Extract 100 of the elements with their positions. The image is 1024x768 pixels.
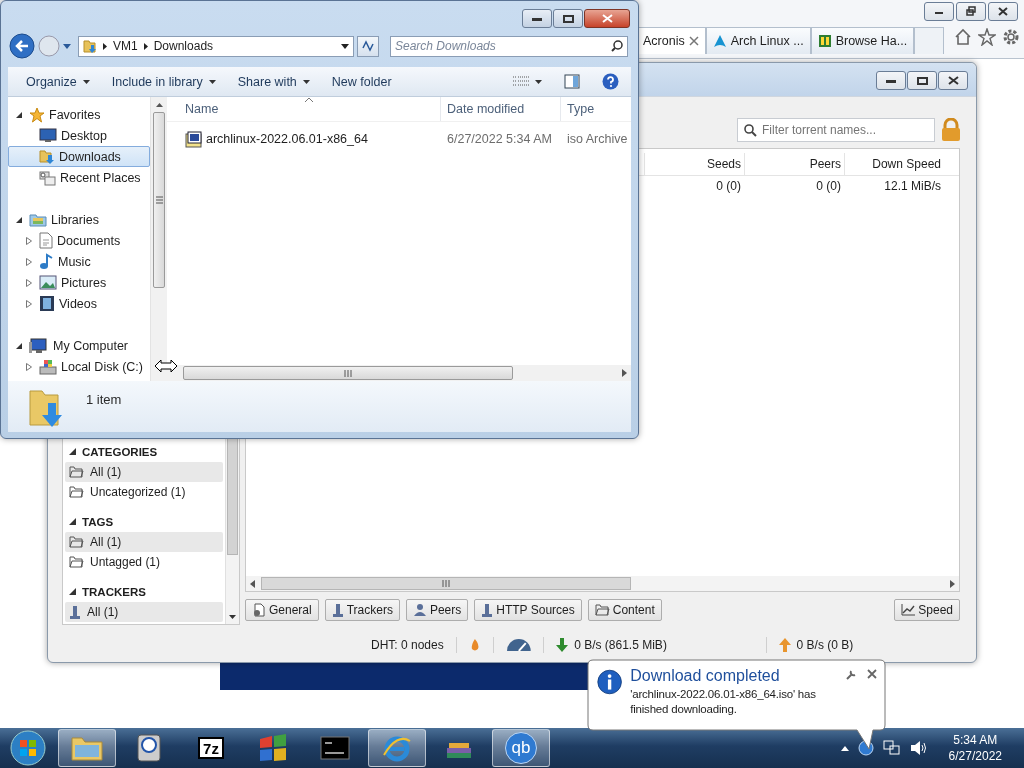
home-icon[interactable] bbox=[954, 28, 972, 46]
start-button[interactable] bbox=[9, 729, 47, 767]
tree-item[interactable]: Music bbox=[8, 251, 150, 272]
refresh-button[interactable] bbox=[357, 35, 379, 57]
torrent-tray-icon[interactable] bbox=[857, 740, 874, 756]
collapsed-icon[interactable] bbox=[26, 362, 32, 371]
tree-item[interactable]: Favorites bbox=[8, 104, 150, 125]
speedometer-icon[interactable] bbox=[505, 639, 532, 651]
minimize-button[interactable] bbox=[522, 9, 552, 28]
tree-item[interactable]: Local Disk (C:) bbox=[8, 356, 150, 377]
breadcrumb-link[interactable]: VM1 bbox=[113, 39, 138, 53]
address-field[interactable]: VM1 Downloads bbox=[78, 35, 354, 57]
wrench-icon[interactable] bbox=[845, 669, 857, 681]
tab-button[interactable]: Trackers bbox=[324, 599, 400, 621]
browser-tab[interactable]: Browse Ha... bbox=[810, 27, 915, 54]
dropdown-icon[interactable] bbox=[341, 43, 349, 49]
scrollbar[interactable] bbox=[150, 97, 167, 381]
sidebar-item[interactable]: All (1) bbox=[65, 532, 223, 552]
column-header[interactable]: Name bbox=[167, 97, 441, 121]
toolbar-button[interactable]: Organize bbox=[26, 74, 90, 89]
tab-button[interactable]: HTTP Sources bbox=[474, 599, 582, 621]
tab-button[interactable]: General bbox=[245, 599, 319, 621]
collapsed-icon[interactable] bbox=[26, 299, 32, 308]
tree-item[interactable]: Libraries bbox=[8, 209, 150, 230]
sidebar-item[interactable]: All (1) bbox=[65, 602, 223, 622]
restore-button[interactable] bbox=[956, 2, 986, 21]
arrow-right-icon[interactable] bbox=[622, 369, 627, 377]
volume-icon[interactable] bbox=[909, 740, 928, 756]
expanded-icon[interactable] bbox=[69, 518, 76, 525]
browser-tab[interactable]: Arch Linux ... bbox=[705, 27, 811, 54]
section-heading: TRACKERS bbox=[82, 585, 146, 598]
expanded-icon[interactable] bbox=[16, 216, 22, 223]
network-icon[interactable] bbox=[882, 740, 901, 756]
tree-item[interactable]: Recent Places bbox=[8, 167, 150, 188]
star-icon[interactable] bbox=[978, 28, 996, 46]
tree-item[interactable]: Videos bbox=[8, 293, 150, 314]
tree-item[interactable]: Documents bbox=[8, 230, 150, 251]
folder-icon[interactable] bbox=[71, 735, 103, 761]
collapsed-icon[interactable] bbox=[26, 257, 32, 266]
sidebar-item[interactable]: All (1) bbox=[65, 462, 223, 482]
sidebar-item[interactable]: Uncategorized (1) bbox=[65, 482, 223, 502]
flag-icon[interactable] bbox=[258, 733, 288, 763]
show-hidden-icon[interactable] bbox=[840, 745, 849, 751]
taskbar-button[interactable]: qb bbox=[492, 729, 550, 767]
close-icon bbox=[997, 6, 1009, 17]
scrollbar[interactable] bbox=[246, 576, 959, 591]
expanded-icon[interactable] bbox=[69, 588, 76, 595]
toolbar-button[interactable]: New folder bbox=[331, 74, 392, 89]
settings-icon[interactable] bbox=[1002, 28, 1020, 46]
expanded-icon[interactable] bbox=[69, 448, 76, 455]
breadcrumb-link[interactable]: Downloads bbox=[153, 39, 214, 53]
sidebar-item[interactable]: Untagged (1) bbox=[65, 552, 223, 572]
tree-item[interactable]: Desktop bbox=[8, 125, 150, 146]
maximize-button[interactable] bbox=[553, 9, 583, 28]
help-icon[interactable] bbox=[602, 73, 619, 90]
arrow-right-icon[interactable] bbox=[950, 579, 955, 588]
expanded-icon[interactable] bbox=[16, 342, 22, 349]
minimize-button[interactable] bbox=[924, 2, 954, 21]
status-text: 0 B/s (0 B) bbox=[796, 638, 854, 652]
column-header[interactable]: Seeds bbox=[644, 153, 744, 175]
column-header[interactable]: Date modified bbox=[441, 97, 561, 121]
close-icon[interactable] bbox=[688, 36, 699, 46]
maximize-button[interactable] bbox=[907, 71, 937, 90]
minimize-button[interactable] bbox=[876, 71, 906, 90]
hard-drive-icon bbox=[39, 358, 57, 375]
tree-item[interactable]: Pictures bbox=[8, 272, 150, 293]
collapsed-icon[interactable] bbox=[26, 236, 32, 245]
tree-item[interactable]: Downloads bbox=[8, 146, 150, 167]
disk-clock-icon[interactable] bbox=[135, 733, 163, 763]
tab-button[interactable]: Content bbox=[587, 599, 662, 621]
close-button[interactable] bbox=[938, 71, 968, 90]
file-name[interactable]: archlinux-2022.06.01-x86_64 bbox=[206, 132, 368, 146]
computer-icon bbox=[29, 337, 49, 354]
tree-item[interactable]: My Computer bbox=[8, 335, 150, 356]
browser-tab[interactable]: Acronis bbox=[636, 27, 706, 54]
arrow-down-icon[interactable] bbox=[229, 615, 236, 619]
view-button[interactable] bbox=[513, 75, 542, 88]
preview-pane-icon[interactable] bbox=[564, 74, 580, 89]
expanded-icon[interactable] bbox=[16, 111, 22, 118]
toolbar-button[interactable]: Include in library bbox=[111, 74, 216, 89]
clock[interactable]: 5:34 AM 6/27/2022 bbox=[948, 732, 1002, 764]
close-button[interactable] bbox=[988, 2, 1018, 21]
column-header[interactable]: Down Speed bbox=[844, 153, 944, 175]
speed-button[interactable]: Speed bbox=[894, 599, 960, 621]
toolbar-button[interactable]: Share with bbox=[237, 74, 310, 89]
filter-field[interactable]: Filter torrent names... bbox=[737, 118, 935, 142]
back-button[interactable] bbox=[9, 33, 35, 59]
search-field[interactable]: Search Downloads bbox=[390, 35, 628, 57]
column-header[interactable]: Peers bbox=[744, 153, 844, 175]
column-header[interactable]: Type bbox=[561, 97, 631, 121]
collapsed-icon[interactable] bbox=[26, 278, 32, 287]
arrow-up-icon[interactable] bbox=[155, 103, 163, 107]
close-button[interactable] bbox=[584, 9, 630, 28]
close-icon[interactable] bbox=[867, 669, 877, 679]
tab-button[interactable]: Peers bbox=[405, 599, 469, 621]
scrollbar[interactable] bbox=[225, 438, 239, 624]
arrow-left-icon[interactable] bbox=[250, 579, 255, 588]
grip-icon bbox=[155, 196, 163, 204]
terminal-icon[interactable] bbox=[320, 736, 350, 760]
taskbar-button[interactable]: 7z bbox=[180, 729, 242, 767]
